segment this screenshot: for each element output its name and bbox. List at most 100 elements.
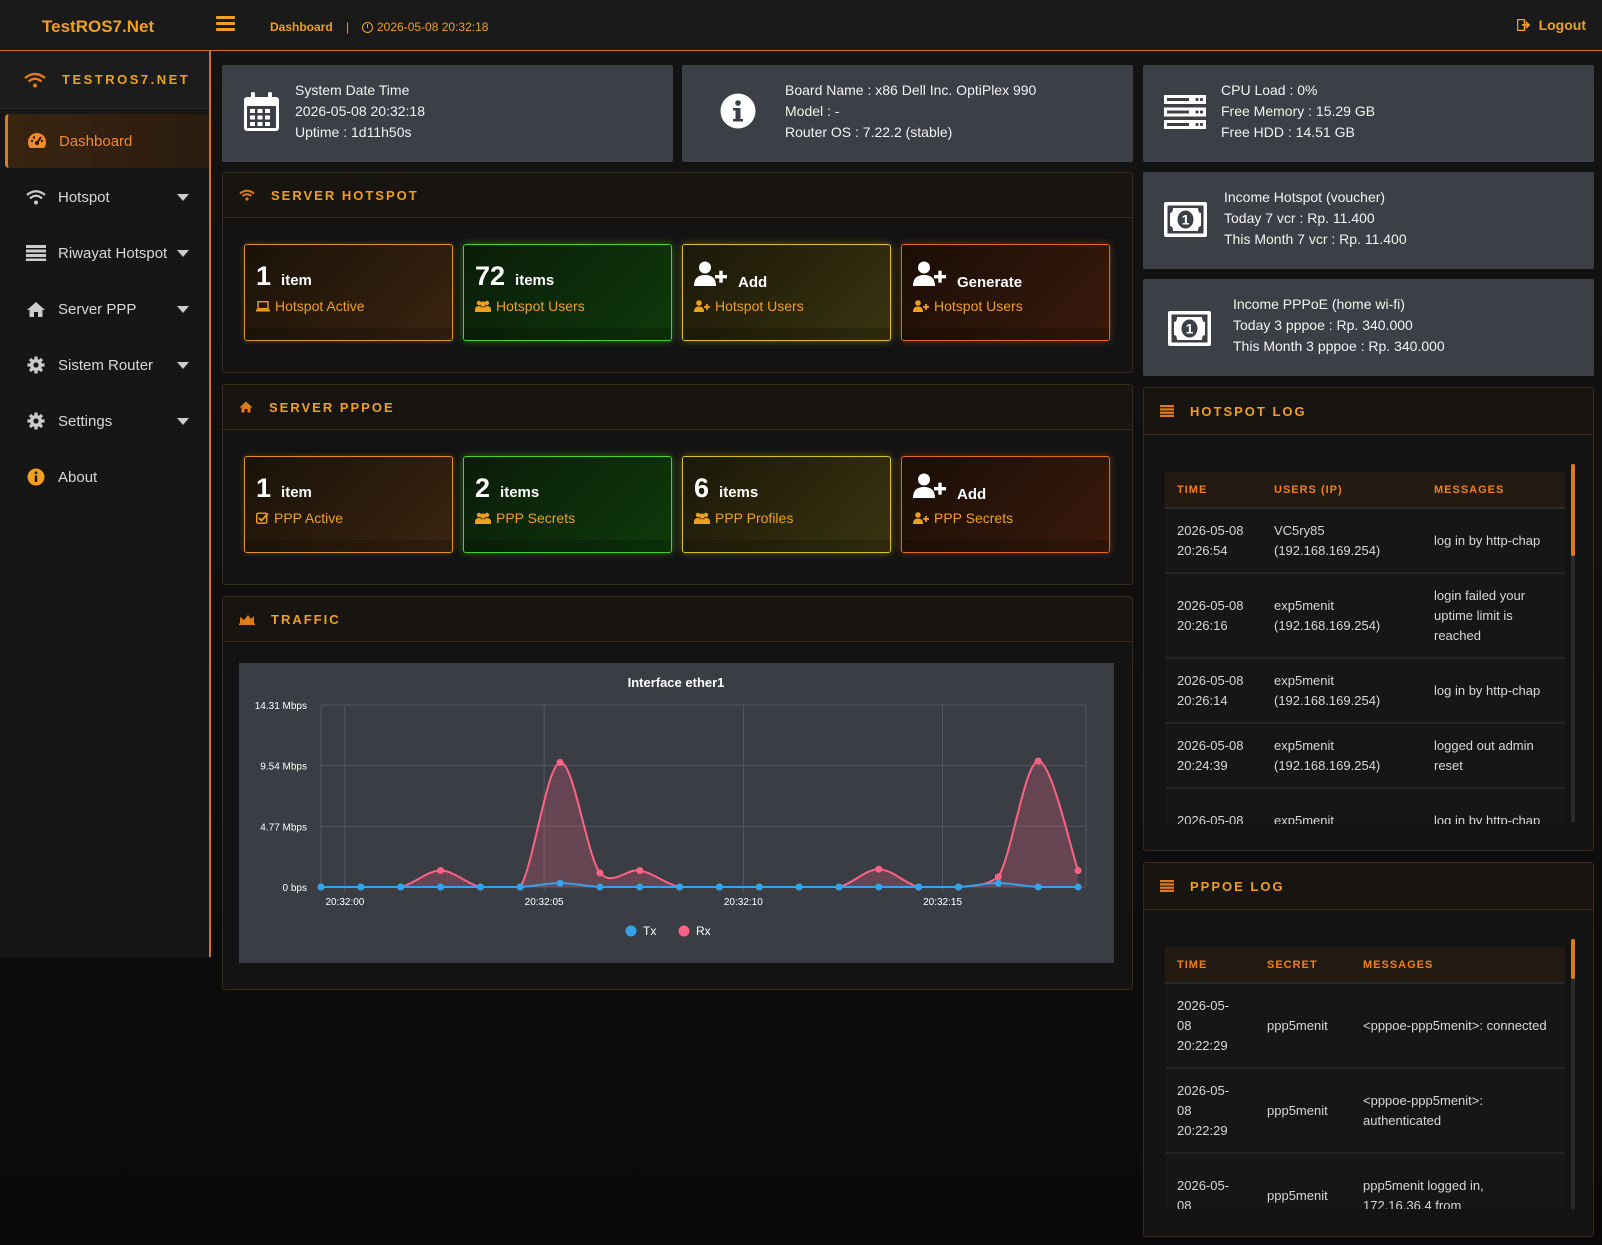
gear-icon	[26, 411, 46, 431]
col-time: TIME	[1165, 947, 1255, 984]
svg-text:1: 1	[1182, 212, 1190, 228]
pppoe-log-table: TIME SECRET MESSAGES 2026-05-08 20:22:29…	[1165, 947, 1565, 1209]
hotspot-log-scrollbar[interactable]	[1571, 464, 1575, 822]
income-pppoe-card: 1 Income PPPoE (home wi-fi) Today 3 pppo…	[1143, 279, 1594, 376]
add-ppp-secret-card[interactable]: Add PPP Secrets	[901, 456, 1110, 553]
data-point-rx	[994, 873, 1002, 881]
x-tick-label: 20:32:05	[525, 897, 564, 908]
chart-title: Interface ether1	[628, 675, 725, 690]
table-row: 2026-05-08 20:24:39 exp5menit (192.168.16…	[1165, 723, 1565, 789]
data-point-tx	[755, 883, 763, 891]
generate-hotspot-users-label: Generate	[957, 274, 1023, 291]
add-hotspot-user-card[interactable]: Add Hotspot Users	[682, 244, 891, 341]
hotspot-users-count: 72	[475, 261, 506, 291]
table-row: 2026-05-08 20:26:16 exp5menit (192.168.16…	[1165, 573, 1565, 659]
hotspot-users-card[interactable]: 72 items Hotspot Users	[463, 244, 672, 341]
table-row: 2026-05-08 20:22:29 ppp5menit <pppoe-ppp5m…	[1165, 1068, 1565, 1154]
sidebar-item-riwayat-hotspot[interactable]: Riwayat Hotspot	[5, 226, 209, 280]
ppp-active-label: PPP Active	[274, 510, 344, 526]
traffic-header: TRAFFIC	[223, 597, 1132, 642]
caret-down-icon	[177, 306, 189, 313]
laptop-icon	[256, 300, 270, 311]
sidebar-item-server-ppp[interactable]: Server PPP	[5, 282, 209, 336]
ppp-secrets-label: PPP Secrets	[496, 510, 576, 526]
data-point-rx	[596, 869, 604, 877]
pppoe-log-scroll-thumb[interactable]	[1571, 939, 1575, 979]
table-row: 2026-05-08 exp5menit log in by http-chap	[1165, 788, 1565, 824]
hotspot-log-title: HOTSPOT LOG	[1190, 403, 1307, 419]
menu-toggle-icon[interactable]	[216, 16, 235, 32]
server-pppoe-title: SERVER PPPOE	[269, 399, 395, 415]
ppp-profiles-card[interactable]: 6 items PPP Profiles	[682, 456, 891, 553]
sidebar: TESTROS7.NET Dashboard Hotspot Riwayat H…	[0, 51, 211, 957]
legend-label-tx: Tx	[643, 924, 656, 938]
data-point-tx	[556, 879, 564, 887]
data-point-tx	[875, 883, 883, 891]
caret-down-icon	[177, 362, 189, 369]
data-point-rx	[437, 866, 445, 874]
col-time: TIME	[1165, 472, 1262, 509]
user-plus-icon	[913, 473, 946, 498]
free-hdd: Free HDD : 14.51 GB	[1221, 124, 1355, 140]
pppoe-log-header: PPPOE LOG	[1144, 863, 1593, 910]
resources-card: CPU Load : 0% Free Memory : 15.29 GB Fre…	[1143, 65, 1594, 162]
user-plus-icon	[694, 261, 727, 286]
income-pppoe-month: This Month 3 pppoe : Rp. 340.000	[1233, 338, 1445, 354]
sidebar-item-settings[interactable]: Settings	[5, 394, 209, 448]
breadcrumb-separator: |	[346, 20, 350, 34]
col-messages: MESSAGES	[1351, 947, 1565, 984]
wifi-icon	[26, 187, 46, 207]
user-plus-icon	[913, 300, 929, 312]
data-point-tx	[994, 879, 1002, 887]
income-pppoe-title: Income PPPoE (home wi-fi)	[1233, 296, 1405, 312]
hotspot-active-card[interactable]: 1 item Hotspot Active	[244, 244, 453, 341]
ppp-profiles-unit: items	[719, 484, 759, 501]
table-row: 2026-05-08 20:26:14 exp5menit (192.168.16…	[1165, 658, 1565, 724]
sidebar-item-dashboard[interactable]: Dashboard	[5, 114, 209, 168]
users-icon	[475, 512, 491, 524]
breadcrumb[interactable]: Dashboard	[270, 20, 333, 34]
money-bill-icon: 1	[1168, 311, 1211, 346]
hotspot-log-table-wrap[interactable]: TIME USERS (IP) MESSAGES 2026-05-08 20:2…	[1165, 472, 1565, 824]
sidebar-item-about[interactable]: About	[5, 450, 209, 504]
sidebar-item-label: About	[58, 468, 98, 486]
logout-button[interactable]: Logout	[1516, 17, 1586, 33]
data-point-tx	[795, 883, 803, 891]
ppp-active-unit: item	[281, 484, 312, 501]
header-datetime: 2026-05-08 20:32:18	[362, 20, 488, 34]
traffic-title: TRAFFIC	[271, 611, 341, 627]
logout-icon	[1516, 19, 1530, 31]
data-point-tx	[437, 883, 445, 891]
legend-marker-tx	[625, 925, 637, 937]
server-pppoe-header: SERVER PPPOE	[223, 385, 1132, 430]
calendar-icon	[244, 92, 279, 131]
wifi-icon	[239, 189, 255, 201]
clock-icon	[362, 21, 373, 33]
sidebar-item-label: Sistem Router	[58, 356, 154, 374]
hotspot-users-label: Hotspot Users	[496, 298, 585, 314]
wifi-icon	[24, 72, 46, 87]
data-point-rx	[1034, 757, 1042, 765]
col-secret: SECRET	[1255, 947, 1351, 984]
add-ppp-secret-sub: PPP Secrets	[934, 510, 1014, 526]
ppp-secrets-card[interactable]: 2 items PPP Secrets	[463, 456, 672, 553]
data-point-rx	[636, 866, 644, 874]
ppp-active-card[interactable]: 1 item PPP Active	[244, 456, 453, 553]
sidebar-item-hotspot[interactable]: Hotspot	[5, 170, 209, 224]
caret-down-icon	[177, 418, 189, 425]
generate-hotspot-users-card[interactable]: Generate Hotspot Users	[901, 244, 1110, 341]
header-datetime-text: 2026-05-08 20:32:18	[377, 20, 489, 34]
pppoe-log-scrollbar[interactable]	[1571, 939, 1575, 1209]
server-hotspot-header: SERVER HOTSPOT	[223, 173, 1132, 218]
hotspot-users-unit: items	[515, 272, 555, 289]
data-point-rx	[1074, 866, 1082, 874]
income-hotspot-today: Today 7 vcr : Rp. 11.400	[1224, 210, 1375, 226]
hotspot-log-scroll-thumb[interactable]	[1571, 464, 1575, 556]
server-icon	[1164, 95, 1206, 129]
pppoe-log-table-wrap[interactable]: TIME SECRET MESSAGES 2026-05-08 20:22:29…	[1165, 947, 1565, 1209]
data-point-tx	[636, 883, 644, 891]
sidebar-item-sistem-router[interactable]: Sistem Router	[5, 338, 209, 392]
brand-title[interactable]: TestROS7.Net	[42, 17, 154, 37]
user-plus-icon	[913, 261, 946, 286]
user-plus-icon	[913, 512, 929, 524]
